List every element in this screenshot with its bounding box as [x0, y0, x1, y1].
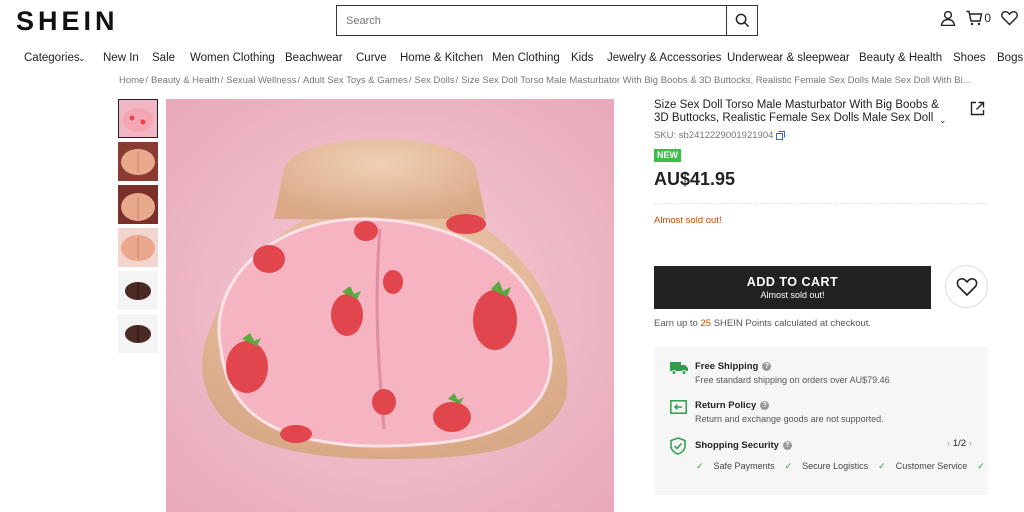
check-icon: ✓: [878, 461, 886, 471]
nav-item-12[interactable]: Shoes: [953, 52, 986, 64]
divider: [654, 203, 988, 204]
thumbnail-5[interactable]: [118, 271, 158, 310]
stock-note: Almost sold out!: [654, 215, 722, 226]
search-input[interactable]: [337, 6, 726, 35]
product-title: Size Sex Doll Torso Male Masturbator Wit…: [654, 99, 939, 124]
nav-item-1[interactable]: New In: [103, 52, 139, 64]
return-subtitle: Return and exchange goods are not suppor…: [695, 414, 884, 424]
nav-item-7[interactable]: Men Clothing: [492, 52, 560, 64]
breadcrumb-item[interactable]: Adult Sex Toys & Games: [303, 75, 408, 86]
points-suffix: SHEIN Points calculated at checkout.: [713, 318, 872, 329]
prev-arrow-icon[interactable]: ‹: [947, 438, 950, 449]
help-icon[interactable]: ?: [782, 441, 792, 450]
cart-count: 0: [984, 11, 991, 25]
points-value: 25: [700, 318, 712, 329]
security-feature: ✓ Safe Payments: [696, 461, 775, 471]
shield-icon: [670, 437, 686, 455]
breadcrumb: Home/Beauty & Health/Sexual Wellness/Adu…: [119, 75, 999, 89]
check-icon: ✓: [696, 461, 704, 471]
cart-actions: ADD TO CART Almost sold out!: [654, 265, 988, 309]
security-feature-label: Safe Payments: [713, 461, 775, 471]
product-main-image[interactable]: [166, 99, 614, 512]
breadcrumb-separator: /: [297, 75, 300, 86]
breadcrumb-item[interactable]: Beauty & Health: [151, 75, 220, 86]
thumbnail-gallery: [118, 99, 160, 357]
add-to-cart-button[interactable]: ADD TO CART Almost sold out!: [654, 266, 931, 309]
shein-logo[interactable]: SHEIN: [16, 6, 119, 37]
breadcrumb-separator: /: [145, 75, 148, 86]
security-feature: ✓P: [977, 461, 988, 471]
add-to-wishlist-button[interactable]: [945, 265, 988, 308]
nav-item-8[interactable]: Kids: [571, 52, 593, 64]
thumbnail-1[interactable]: [118, 99, 158, 138]
wishlist-icon[interactable]: [1001, 10, 1018, 26]
breadcrumb-separator: /: [455, 75, 459, 86]
points-prefix: Earn up to: [654, 318, 698, 329]
breadcrumb-separator: /: [220, 75, 224, 86]
security-feature: ✓ Customer Service: [878, 461, 967, 471]
sku-text: SKU: sb2412229001921904: [654, 130, 774, 141]
return-icon: [670, 400, 687, 414]
points-note: Earn up to 25 SHEIN Points calculated at…: [654, 318, 871, 329]
thumbnail-6[interactable]: [118, 314, 158, 353]
nav-item-2[interactable]: Sale: [152, 52, 175, 64]
shipping-title: Free Shipping: [695, 361, 759, 372]
search-icon: [735, 13, 749, 28]
nav-item-0[interactable]: Categories: [24, 52, 80, 64]
security-feature-label: Secure Logistics: [802, 461, 869, 471]
add-to-cart-sublabel: Almost sold out!: [760, 290, 825, 300]
user-icon[interactable]: [940, 10, 956, 26]
nav-item-5[interactable]: Curve: [356, 52, 387, 64]
breadcrumb-item[interactable]: Home: [119, 75, 144, 86]
nav-item-13[interactable]: Bogs: [997, 52, 1023, 64]
site-header: SHEIN 0: [0, 0, 1024, 44]
security-feature: ✓ Secure Logistics: [785, 461, 869, 471]
return-title: Return Policy: [695, 400, 757, 411]
product-price: AU$41.95: [654, 169, 736, 189]
security-features: ✓ Safe Payments ✓ Secure Logistics ✓ Customer…: [696, 461, 988, 472]
copy-icon[interactable]: [776, 131, 786, 140]
search-bar: [336, 5, 758, 36]
check-icon: ✓: [784, 461, 793, 471]
nav-item-9[interactable]: Jewelry & Accessories: [607, 52, 721, 64]
category-nav: Categories ⌄ New In Sale Women Clothing Beach…: [0, 49, 1024, 71]
nav-item-11[interactable]: Beauty & Health: [859, 52, 942, 64]
breadcrumb-separator: /: [408, 75, 412, 86]
search-button[interactable]: [726, 6, 757, 35]
help-icon[interactable]: ?: [760, 401, 770, 410]
thumbnail-2[interactable]: [118, 142, 158, 181]
share-icon[interactable]: [970, 101, 985, 116]
breadcrumb-item[interactable]: Sexual Wellness: [226, 75, 296, 86]
nav-item-3[interactable]: Women Clothing: [190, 52, 275, 64]
security-pager: ‹ 1/2 ›: [947, 438, 972, 449]
help-icon[interactable]: ?: [762, 362, 772, 371]
categories-chevron-icon[interactable]: ⌄: [78, 53, 86, 64]
header-icons: 0: [940, 10, 1018, 26]
check-icon: ✓: [977, 461, 985, 471]
breadcrumb-item[interactable]: Sex Dolls: [415, 75, 455, 86]
nav-item-10[interactable]: Underwear & sleepwear: [727, 52, 850, 64]
breadcrumb-item[interactable]: Size Sex Doll Torso Male Masturbator Wit…: [461, 75, 970, 86]
shipping-subtitle: Free standard shipping on orders over AU…: [695, 375, 890, 385]
sku-row: SKU: sb2412229001921904: [654, 130, 988, 141]
product-info-panel: Size Sex Doll Torso Male Masturbator Wit…: [654, 99, 988, 495]
next-arrow-icon[interactable]: ›: [969, 438, 972, 449]
cart-button[interactable]: 0: [966, 10, 991, 26]
pager-text: 1/2: [952, 438, 967, 449]
service-panel: Free Shipping? Free standard shipping on…: [654, 347, 988, 495]
thumbnail-3[interactable]: [118, 185, 158, 224]
truck-icon: [670, 362, 688, 375]
thumbnail-4[interactable]: [118, 228, 158, 267]
nav-item-6[interactable]: Home & Kitchen: [400, 52, 483, 64]
nav-item-4[interactable]: Beachwear: [285, 52, 343, 64]
security-feature-label: Customer Service: [895, 461, 968, 471]
security-title: Shopping Security: [695, 440, 779, 451]
cart-icon: [966, 10, 983, 26]
new-badge: NEW: [654, 149, 681, 162]
expand-title-chevron-icon[interactable]: ⌄: [939, 115, 947, 126]
add-to-cart-label: ADD TO CART: [746, 275, 839, 289]
heart-icon: [956, 277, 977, 296]
